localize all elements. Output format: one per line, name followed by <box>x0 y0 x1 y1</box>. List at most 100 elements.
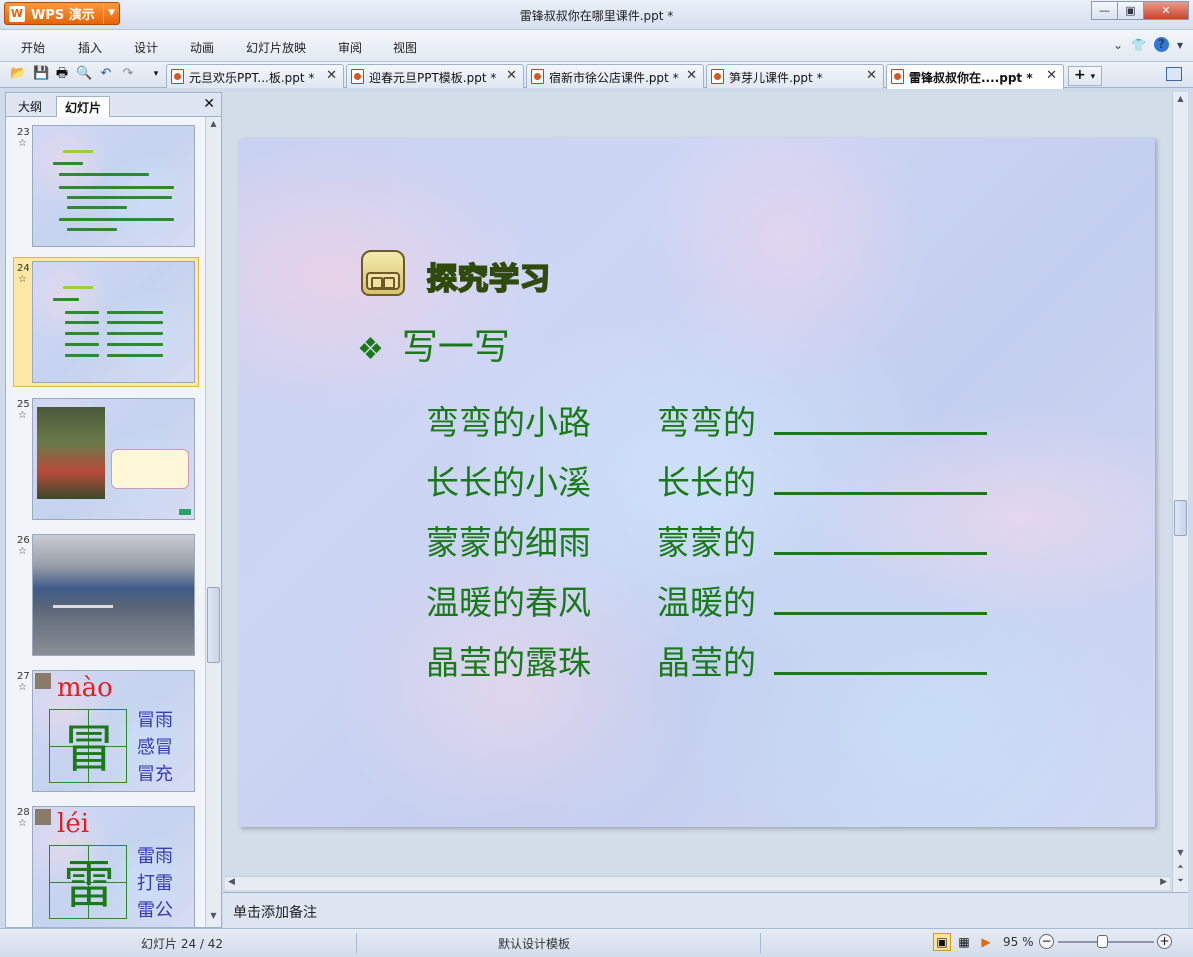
zoom-level: 95 % <box>1003 935 1034 949</box>
slide-number: 28 <box>17 807 30 818</box>
slide-thumbnail-23[interactable] <box>32 125 195 247</box>
scroll-left-icon[interactable]: ◀ <box>228 877 235 887</box>
answer-blank <box>774 672 987 675</box>
undo-icon[interactable]: ↶ <box>98 66 114 82</box>
slide-number: 27 <box>17 671 30 682</box>
new-tab-button[interactable]: + ▾ <box>1068 66 1102 86</box>
status-bar: 幻灯片 24 / 42 默认设计模板 ▣ ▦ ▶ 95 % − + <box>0 928 1193 957</box>
minimize-button[interactable]: — <box>1091 1 1118 20</box>
slide-subheading[interactable]: ❖ 写一写 <box>357 318 510 370</box>
tab-outline[interactable]: 大纲 <box>10 96 50 117</box>
close-panel-icon[interactable]: ✕ <box>203 96 215 112</box>
pinyin-label: mào <box>57 673 113 703</box>
doc-tab-4[interactable]: 笋芽儿课件.ppt * ✕ <box>706 64 884 88</box>
main-vertical-scrollbar[interactable]: ▲ ▼ ⏶ ⏷ <box>1172 92 1188 892</box>
answer-blank <box>774 612 987 615</box>
skin-shirt-icon[interactable]: 👕 <box>1131 38 1146 52</box>
slide-thumbnail-26[interactable] <box>32 534 195 656</box>
scroll-down-icon[interactable]: ▼ <box>206 911 221 925</box>
slide-badge <box>179 509 191 515</box>
scroll-thumb[interactable] <box>1174 500 1187 536</box>
menu-slideshow[interactable]: 幻灯片放映 <box>246 39 306 56</box>
doc-tab-label: 宿新市徐公店课件.ppt * <box>549 71 679 85</box>
slide-number: 23 <box>17 127 30 138</box>
scroll-right-icon[interactable]: ▶ <box>1160 877 1167 887</box>
menu-right-tools: ⌄ 👕 ? ▾ <box>1113 37 1183 52</box>
close-tab-icon[interactable]: ✕ <box>506 68 517 83</box>
normal-view-icon[interactable]: ▣ <box>933 933 951 951</box>
close-button[interactable]: ✕ <box>1143 1 1189 20</box>
answer-blank <box>774 432 987 435</box>
redo-icon[interactable]: ↷ <box>120 66 136 82</box>
word-list: 冒雨 感冒 冒充 <box>137 707 173 788</box>
zoom-out-icon[interactable]: − <box>1039 934 1054 949</box>
pinyin-label: léi <box>57 809 90 839</box>
doc-tab-label: 元旦欢乐PPT...板.ppt * <box>189 71 315 85</box>
main-horizontal-scrollbar[interactable]: ◀ ▶ <box>225 876 1170 890</box>
doc-tab-2[interactable]: 迎春元旦PPT模板.ppt * ✕ <box>346 64 524 88</box>
zoom-in-icon[interactable]: + <box>1157 934 1172 949</box>
prompt: 晶莹的 <box>657 643 756 682</box>
speech-bubble <box>111 449 189 489</box>
zoom-slider-knob[interactable] <box>1097 935 1108 948</box>
menu-review[interactable]: 审阅 <box>338 39 362 56</box>
print-icon[interactable]: 🖶 <box>54 66 70 82</box>
slide-thumbnail-28[interactable]: léi 雷 雷雨 打雷 雷公 <box>32 806 195 927</box>
close-tab-icon[interactable]: ✕ <box>1046 68 1057 83</box>
doc-tab-1[interactable]: 元旦欢乐PPT...板.ppt * ✕ <box>166 64 344 88</box>
scroll-up-icon[interactable]: ▲ <box>206 119 221 133</box>
scroll-up-icon[interactable]: ▲ <box>1173 94 1188 103</box>
help-dropdown-icon[interactable]: ▾ <box>1177 38 1183 52</box>
menu-insert[interactable]: 插入 <box>78 39 102 56</box>
slide-thumbnail-24[interactable] <box>32 261 195 383</box>
railing-graphic <box>53 605 113 635</box>
notes-pane[interactable]: 单击添加备注 <box>223 892 1188 928</box>
print-preview-icon[interactable]: 🔍 <box>76 66 92 82</box>
window-controls: — ▣ ✕ <box>1091 1 1189 20</box>
scroll-thumb[interactable] <box>207 587 220 663</box>
thumbnail-scrollbar[interactable]: ▲ ▼ <box>205 117 221 927</box>
slide-thumbnail-25[interactable] <box>32 398 195 520</box>
restore-panel-icon[interactable] <box>1166 67 1182 81</box>
next-slide-icon[interactable]: ⏷ <box>1173 876 1188 886</box>
slideshow-play-icon[interactable]: ▶ <box>977 933 995 951</box>
answer-blank <box>774 492 987 495</box>
word-item: 雷公 <box>137 900 173 921</box>
transition-star-icon: ☆ <box>18 818 27 829</box>
doc-tab-3[interactable]: 宿新市徐公店课件.ppt * ✕ <box>526 64 704 88</box>
doc-tab-label: 迎春元旦PPT模板.ppt * <box>369 71 497 85</box>
menu-view[interactable]: 视图 <box>393 39 417 56</box>
doc-tab-5[interactable]: 雷锋叔叔你在....ppt * ✕ <box>886 64 1064 89</box>
close-tab-icon[interactable]: ✕ <box>686 68 697 83</box>
title-bar: W WPS 演示 ▼ 雷锋叔叔你在哪里课件.ppt * — ▣ ✕ <box>0 0 1193 30</box>
slide-heading[interactable]: 探究学习 <box>426 254 551 298</box>
slide-number: 24 <box>17 263 30 274</box>
prompt: 长长的 <box>657 463 756 502</box>
menu-animation[interactable]: 动画 <box>190 39 214 56</box>
close-tab-icon[interactable]: ✕ <box>866 68 877 83</box>
ppt-file-icon <box>891 69 904 84</box>
maximize-button[interactable]: ▣ <box>1117 1 1144 20</box>
slide-thumbnail-27[interactable]: mào 冒 冒雨 感冒 冒充 <box>32 670 195 792</box>
menu-home[interactable]: 开始 <box>21 39 45 56</box>
save-icon[interactable]: 💾 <box>33 66 49 82</box>
close-tab-icon[interactable]: ✕ <box>326 68 337 83</box>
slide-sorter-icon[interactable]: ▦ <box>955 933 973 951</box>
slide-canvas[interactable]: 探究学习 ❖ 写一写 弯弯的小路 弯弯的 长长的小溪 长长的 蒙蒙的细雨 蒙蒙的 … <box>239 138 1155 827</box>
collapse-ribbon-icon[interactable]: ⌄ <box>1113 38 1123 52</box>
previous-slide-icon[interactable]: ⏶ <box>1173 862 1188 872</box>
open-folder-icon[interactable]: 📂 <box>10 66 26 82</box>
word-list: 雷雨 打雷 雷公 <box>137 843 173 924</box>
prompt: 蒙蒙的 <box>657 523 756 562</box>
ppt-file-icon <box>531 69 544 84</box>
transition-star-icon: ☆ <box>18 546 27 557</box>
tab-slides[interactable]: 幻灯片 <box>56 96 111 117</box>
scroll-down-icon[interactable]: ▼ <box>1173 848 1188 857</box>
bullet-icon: ❖ <box>357 332 384 367</box>
customize-toolbar-icon[interactable]: ▾ <box>148 66 164 82</box>
doc-tab-label: 笋芽儿课件.ppt * <box>729 71 823 85</box>
menu-design[interactable]: 设计 <box>134 39 158 56</box>
help-icon[interactable]: ? <box>1153 37 1169 52</box>
transition-star-icon: ☆ <box>18 274 27 285</box>
ppt-file-icon <box>351 69 364 84</box>
